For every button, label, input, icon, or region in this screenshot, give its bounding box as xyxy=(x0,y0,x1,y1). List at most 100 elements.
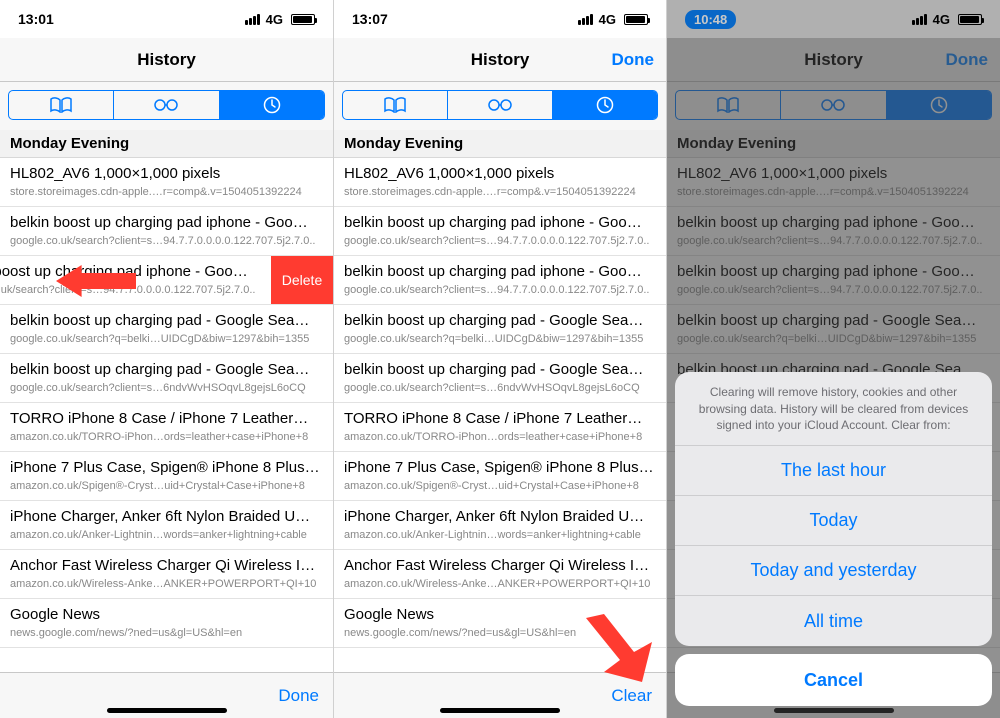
action-sheet-option[interactable]: Today xyxy=(675,496,992,546)
status-right: 4G xyxy=(578,12,648,27)
row-title: TORRO iPhone 8 Case / iPhone 7 Leather… xyxy=(10,410,323,429)
nav-title: History xyxy=(471,50,530,70)
history-row[interactable]: belkin boost up charging pad iphone - Go… xyxy=(334,256,666,305)
network-label: 4G xyxy=(266,12,283,27)
status-bar: 13:01 4G xyxy=(0,0,333,38)
history-row[interactable]: iPhone Charger, Anker 6ft Nylon Braided … xyxy=(0,501,333,550)
row-title: Google News xyxy=(10,606,323,625)
history-row[interactable]: iPhone Charger, Anker 6ft Nylon Braided … xyxy=(334,501,666,550)
history-row[interactable]: HL802_AV6 1,000×1,000 pixels store.store… xyxy=(0,158,333,207)
time-pill: 10:48 xyxy=(685,10,736,29)
row-subtitle: google.co.uk/search?q=belki…UIDCgD&biw=1… xyxy=(677,333,990,347)
seg-history[interactable] xyxy=(887,91,991,119)
history-row[interactable]: TORRO iPhone 8 Case / iPhone 7 Leather… … xyxy=(334,403,666,452)
history-row[interactable]: belkin boost up charging pad iphone - Go… xyxy=(667,207,1000,256)
row-subtitle: amazon.co.uk/Wireless-Anke…ANKER+POWERPO… xyxy=(344,578,656,592)
row-subtitle: amazon.co.uk/Anker-Lightnin…words=anker+… xyxy=(344,529,656,543)
segmented-control-wrap xyxy=(0,82,333,131)
nav-done-button[interactable]: Done xyxy=(946,50,989,70)
history-row[interactable]: belkin boost up charging pad - Google Se… xyxy=(334,305,666,354)
battery-icon xyxy=(958,14,982,25)
home-indicator xyxy=(774,708,894,713)
row-title: HL802_AV6 1,000×1,000 pixels xyxy=(344,165,656,184)
action-sheet-option[interactable]: All time xyxy=(675,596,992,646)
swipe-delete-button[interactable]: Delete xyxy=(271,256,333,305)
row-subtitle: amazon.co.uk/TORRO-iPhon…ords=leather+ca… xyxy=(10,431,323,445)
battery-icon xyxy=(624,14,648,25)
status-bar: 10:48 4G xyxy=(667,0,1000,38)
seg-reading-list[interactable] xyxy=(781,91,886,119)
action-sheet: Clearing will remove history, cookies an… xyxy=(675,372,992,706)
status-bar: 13:07 4G xyxy=(334,0,666,38)
history-row[interactable]: iPhone 7 Plus Case, Spigen® iPhone 8 Plu… xyxy=(0,452,333,501)
nav-done-button[interactable]: Done xyxy=(612,50,655,70)
history-row[interactable]: HL802_AV6 1,000×1,000 pixels store.store… xyxy=(334,158,666,207)
network-label: 4G xyxy=(933,12,950,27)
history-list[interactable]: HL802_AV6 1,000×1,000 pixels store.store… xyxy=(334,158,666,672)
row-title: belkin boost up charging pad iphone - Go… xyxy=(344,214,656,233)
history-row[interactable]: belkin boost up charging pad iphone - Go… xyxy=(0,207,333,256)
seg-bookmarks[interactable] xyxy=(343,91,448,119)
row-title: iPhone 7 Plus Case, Spigen® iPhone 8 Plu… xyxy=(344,459,656,478)
battery-icon xyxy=(291,14,315,25)
row-title: belkin boost up charging pad iphone - Go… xyxy=(677,214,990,233)
network-label: 4G xyxy=(599,12,616,27)
nav-bar: History Done xyxy=(667,38,1000,82)
history-row[interactable]: belkin boost up charging pad iphone - Go… xyxy=(0,256,333,305)
history-list[interactable]: HL802_AV6 1,000×1,000 pixels store.store… xyxy=(0,158,333,672)
home-indicator xyxy=(107,708,227,713)
history-row[interactable]: Google News news.google.com/news/?ned=us… xyxy=(0,599,333,648)
seg-bookmarks[interactable] xyxy=(676,91,781,119)
row-title: HL802_AV6 1,000×1,000 pixels xyxy=(10,165,323,184)
row-title: belkin boost up charging pad - Google Se… xyxy=(344,312,656,331)
nav-title: History xyxy=(137,50,196,70)
section-header: Monday Evening xyxy=(334,130,666,158)
row-title: belkin boost up charging pad iphone - Go… xyxy=(677,263,990,282)
home-indicator xyxy=(440,708,560,713)
row-subtitle: store.storeimages.cdn-apple.…r=comp&.v=1… xyxy=(10,186,323,200)
row-subtitle: google.co.uk/search?q=belki…UIDCgD&biw=1… xyxy=(10,333,323,347)
row-subtitle: google.co.uk/search?client=s…94.7.7.0.0.… xyxy=(10,235,323,249)
signal-icon xyxy=(578,14,593,25)
history-row[interactable]: belkin boost up charging pad iphone - Go… xyxy=(334,207,666,256)
row-subtitle: store.storeimages.cdn-apple.…r=comp&.v=1… xyxy=(344,186,656,200)
row-title: belkin boost up charging pad - Google Se… xyxy=(10,361,323,380)
segmented-control-wrap xyxy=(667,82,1000,131)
history-row[interactable]: belkin boost up charging pad - Google Se… xyxy=(0,305,333,354)
action-sheet-option[interactable]: Today and yesterday xyxy=(675,546,992,596)
history-row[interactable]: HL802_AV6 1,000×1,000 pixels store.store… xyxy=(667,158,1000,207)
bottom-action-button[interactable]: Done xyxy=(278,686,319,706)
history-row[interactable]: TORRO iPhone 8 Case / iPhone 7 Leather… … xyxy=(0,403,333,452)
row-title: belkin boost up charging pad - Google Se… xyxy=(344,361,656,380)
section-header: Monday Evening xyxy=(0,130,333,158)
seg-bookmarks[interactable] xyxy=(9,91,114,119)
seg-reading-list[interactable] xyxy=(448,91,553,119)
history-row[interactable]: Anchor Fast Wireless Charger Qi Wireless… xyxy=(334,550,666,599)
row-subtitle: amazon.co.uk/Anker-Lightnin…words=anker+… xyxy=(10,529,323,543)
history-row[interactable]: belkin boost up charging pad iphone - Go… xyxy=(667,256,1000,305)
bottom-action-button[interactable]: Clear xyxy=(611,686,652,706)
seg-history[interactable] xyxy=(220,91,324,119)
segmented-control-wrap xyxy=(334,82,666,131)
signal-icon xyxy=(245,14,260,25)
row-subtitle: google.co.uk/search?client=s…6ndvWvHSOqv… xyxy=(344,382,656,396)
seg-history[interactable] xyxy=(553,91,657,119)
tutorial-arrow-left-icon xyxy=(56,265,136,295)
nav-bar: History xyxy=(0,38,333,82)
history-row[interactable]: belkin boost up charging pad - Google Se… xyxy=(0,354,333,403)
seg-reading-list[interactable] xyxy=(114,91,219,119)
action-sheet-option[interactable]: The last hour xyxy=(675,446,992,496)
history-row[interactable]: belkin boost up charging pad - Google Se… xyxy=(334,354,666,403)
history-row[interactable]: belkin boost up charging pad - Google Se… xyxy=(667,305,1000,354)
action-sheet-cancel[interactable]: Cancel xyxy=(675,654,992,706)
action-sheet-message: Clearing will remove history, cookies an… xyxy=(675,372,992,446)
history-row[interactable]: Anchor Fast Wireless Charger Qi Wireless… xyxy=(0,550,333,599)
row-title: HL802_AV6 1,000×1,000 pixels xyxy=(677,165,990,184)
tutorial-arrow-down-right-icon xyxy=(580,614,660,672)
history-row[interactable]: iPhone 7 Plus Case, Spigen® iPhone 8 Plu… xyxy=(334,452,666,501)
row-title: TORRO iPhone 8 Case / iPhone 7 Leather… xyxy=(344,410,656,429)
status-right: 4G xyxy=(912,12,982,27)
row-title: Anchor Fast Wireless Charger Qi Wireless… xyxy=(10,557,323,576)
row-subtitle: google.co.uk/search?q=belki…UIDCgD&biw=1… xyxy=(344,333,656,347)
row-subtitle: amazon.co.uk/Spigen®-Cryst…uid+Crystal+C… xyxy=(344,480,656,494)
